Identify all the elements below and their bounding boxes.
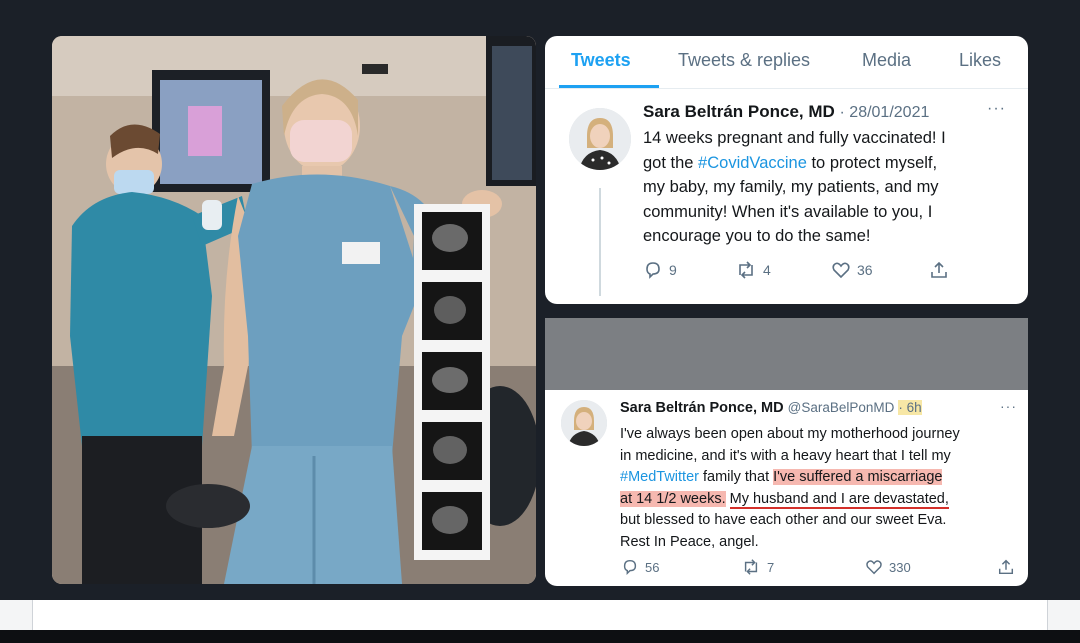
thread-line	[599, 188, 601, 296]
reply-icon	[646, 262, 660, 279]
tweet-line: but blessed to have each other and our s…	[620, 512, 947, 528]
bottom-bar-inner	[32, 600, 1048, 630]
share-icon	[998, 559, 1014, 575]
tweet-body: I've always been open about my motherhoo…	[620, 424, 1020, 553]
tweet-body: 14 weeks pregnant and fully vaccinated! …	[643, 126, 1013, 249]
underlined-text: My husband and I are devastated,	[729, 490, 949, 509]
share-icon	[931, 261, 947, 278]
like-count: 36	[857, 262, 873, 278]
tweet-header: Sara Beltrán Ponce, MD · 28/01/2021	[643, 102, 929, 122]
tweet-line: I've always been open about my motherhoo…	[620, 426, 960, 442]
more-icon[interactable]: ···	[987, 100, 1006, 118]
tweet-text: to protect myself,	[806, 153, 938, 172]
like-button[interactable]: 36	[831, 260, 873, 280]
tweet-line: Rest In Peace, angel.	[620, 533, 759, 550]
share-button[interactable]	[929, 260, 949, 280]
avatar[interactable]	[561, 400, 607, 446]
tweet-date[interactable]: · 28/01/2021	[840, 104, 930, 121]
vaccination-photo	[52, 36, 536, 584]
retweet-icon	[744, 559, 758, 575]
tweet-line: encourage you to do the same!	[643, 227, 871, 245]
reply-button[interactable]: 56	[621, 558, 659, 576]
retweet-icon	[739, 261, 753, 279]
tweet-line: 14 weeks pregnant and fully vaccinated! …	[643, 129, 946, 147]
tab-likes[interactable]: Likes	[959, 50, 1001, 71]
reply-count: 56	[645, 559, 660, 575]
tweet-line: at 14 1/2 weeks. My husband and I are de…	[620, 489, 1020, 511]
tweet-text: got the	[643, 153, 699, 172]
hashtag-link[interactable]: #CovidVaccine	[698, 154, 807, 172]
tweet-text: family that	[698, 469, 774, 485]
reply-icon	[623, 559, 637, 576]
tweet-line: in medicine, and it's with a heavy heart…	[620, 447, 951, 464]
retweet-count: 4	[763, 262, 771, 278]
retweet-button[interactable]: 4	[735, 260, 771, 280]
more-icon[interactable]: ···	[1000, 398, 1017, 414]
like-button[interactable]: 330	[865, 558, 911, 576]
tweet-time[interactable]: · 6h	[898, 400, 922, 415]
highlighted-text: at 14 1/2 weeks.	[620, 490, 726, 507]
like-count: 330	[889, 559, 911, 575]
tweet-line: community! When it's available to you, I	[643, 202, 933, 221]
author-handle[interactable]: @SaraBelPonMD	[788, 400, 895, 415]
author-name[interactable]: Sara Beltrán Ponce, MD	[643, 102, 835, 121]
share-button[interactable]	[997, 558, 1015, 576]
active-tab-indicator	[559, 85, 659, 88]
tab-media[interactable]: Media	[862, 50, 911, 71]
profile-tweet-card: Tweets Tweets & replies Media Likes Sara…	[545, 36, 1028, 304]
like-icon	[866, 560, 882, 575]
tweet-line: #MedTwitter family that I've suffered a …	[620, 467, 1020, 489]
profile-tabs: Tweets Tweets & replies Media Likes	[545, 36, 1028, 89]
author-name[interactable]: Sara Beltrán Ponce, MD	[620, 400, 784, 416]
bottom-edge	[0, 630, 1080, 643]
like-icon	[832, 262, 850, 279]
tab-tweets[interactable]: Tweets	[571, 50, 631, 71]
reply-button[interactable]: 9	[643, 260, 677, 280]
tweet-line: my baby, my family, my patients, and my	[643, 178, 939, 196]
tweet-line: got the #CovidVaccine to protect myself,	[643, 151, 1013, 176]
tab-tweets-replies[interactable]: Tweets & replies	[678, 50, 810, 71]
avatar[interactable]	[569, 108, 631, 170]
separator-bar	[545, 318, 1028, 390]
retweet-count: 7	[767, 559, 775, 575]
tweet-header: Sara Beltrán Ponce, MD @SaraBelPonMD · 6…	[620, 400, 922, 416]
reply-count: 9	[669, 262, 677, 278]
retweet-button[interactable]: 7	[741, 558, 774, 576]
announcement-tweet-card: Sara Beltrán Ponce, MD @SaraBelPonMD · 6…	[545, 390, 1028, 586]
highlighted-text: I've suffered a miscarriage	[773, 469, 943, 485]
hashtag-link[interactable]: #MedTwitter	[620, 469, 699, 485]
bottom-bar	[0, 600, 1080, 630]
